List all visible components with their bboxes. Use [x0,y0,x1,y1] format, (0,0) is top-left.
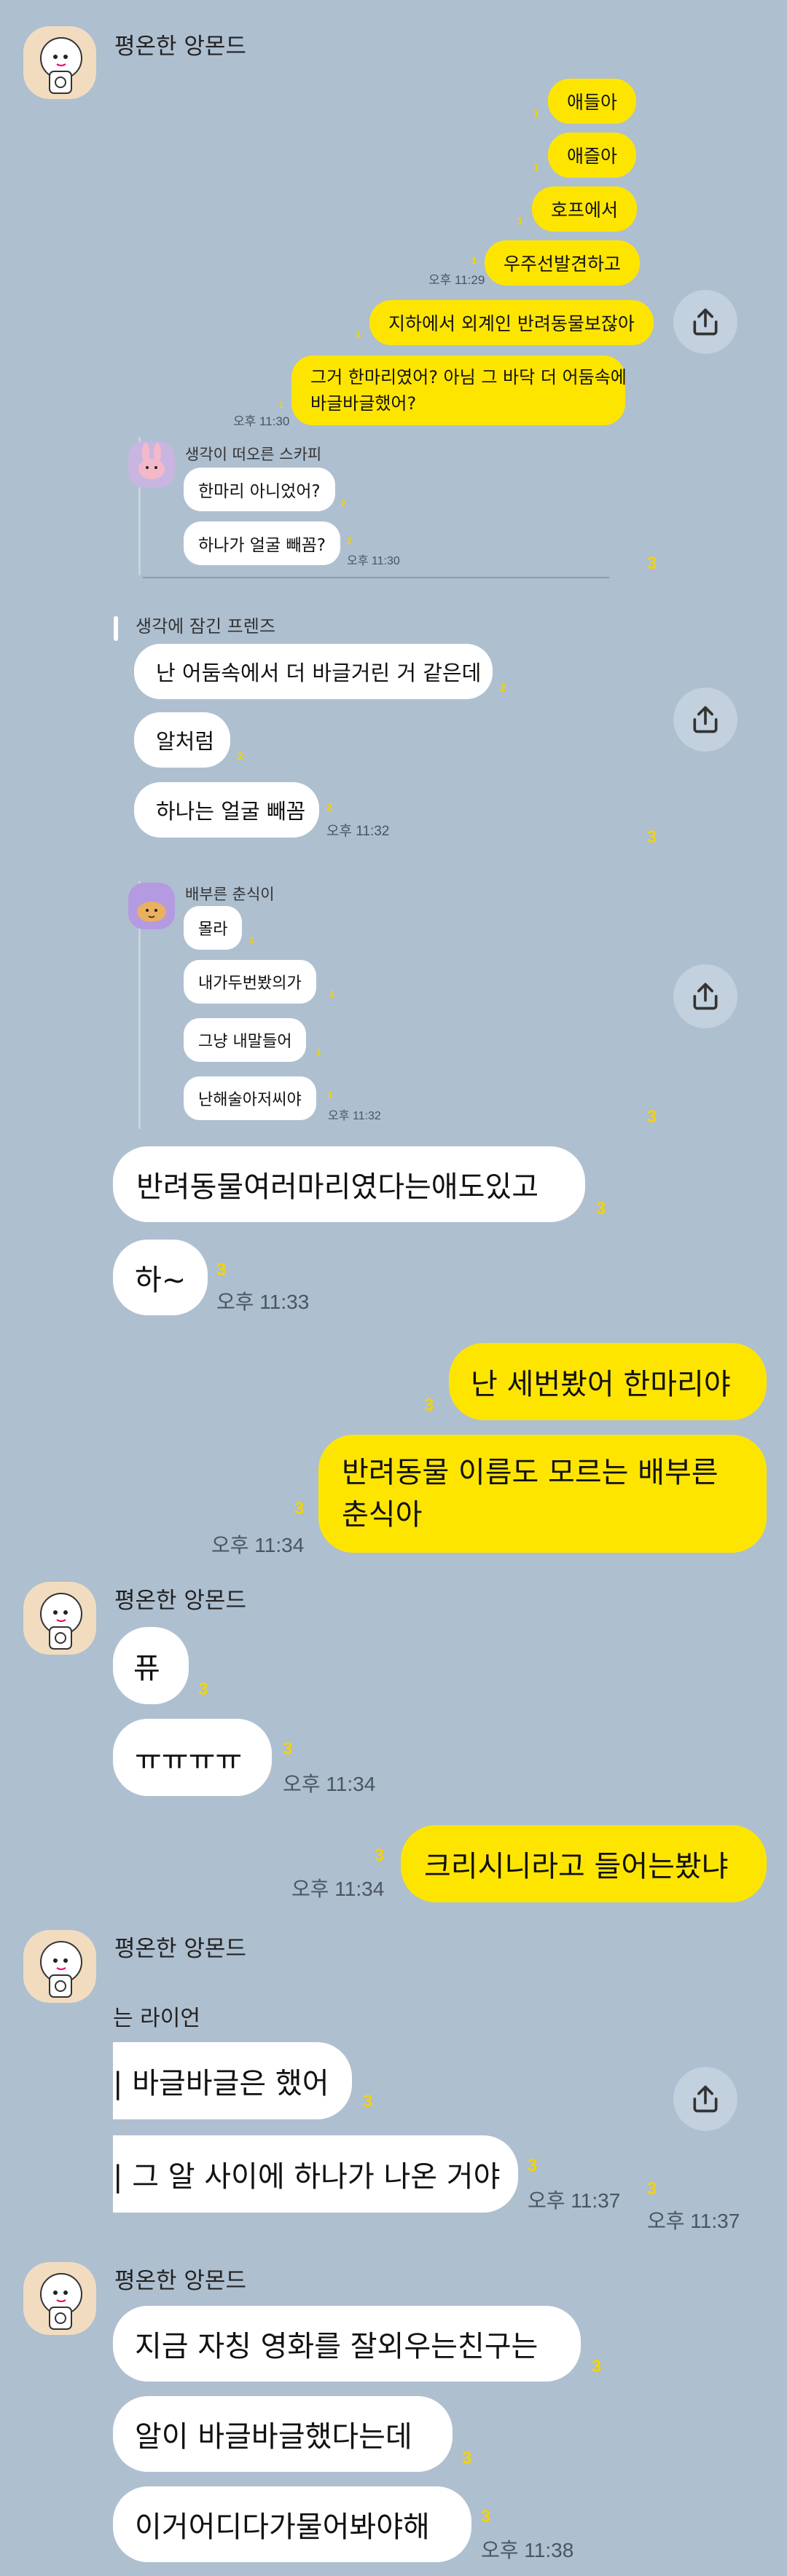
timestamp: 오후 11:38 [481,2539,574,2561]
timestamp: 오후 11:32 [326,824,390,839]
message-line: 그거 한마리였어? 아님 그 바닥 더 어둠속에 [310,367,627,387]
sender-name: 평온한 앙몬드 [114,2268,246,2294]
unread-count: 3 [528,2156,538,2175]
timestamp: 오후 11:37 [647,2210,740,2232]
sender-name: 평온한 앙몬드 [114,34,246,60]
unread-count: 3 [216,1260,227,1280]
unread-count: 3 [596,1199,606,1218]
share-upload-icon [693,2085,718,2113]
my-message-bubble[interactable]: 우주선발견하고 [485,240,641,285]
avatar[interactable] [128,441,175,488]
message-bubble[interactable]: 반려동물여러마리였다는애도있고 [113,1146,585,1222]
avatar[interactable] [23,1582,96,1655]
my-message-bubble[interactable]: 애즐아 [548,133,637,178]
my-message-bubble[interactable]: 크리시니라고 들어는봤냐 [401,1825,767,1902]
message-bubble[interactable]: 이거어디다가물어봐야해 [113,2486,471,2562]
message-bubble[interactable]: 그냥 내말들어 [184,1018,307,1062]
unread-count: 3 [283,1739,293,1759]
share-button[interactable] [673,2067,737,2131]
unread-count: 3 [481,2507,491,2526]
message-bubble[interactable]: 알이 바글바글했다는데 [113,2396,453,2472]
sender-name: 생각이 떠오른 스카피 [185,446,322,463]
avatar[interactable] [23,26,96,99]
timestamp: 오후 11:29 [428,273,485,287]
message-bubble[interactable]: 내가두번봤의가 [184,960,316,1004]
unread-count: 3 [647,554,657,573]
my-message-bubble[interactable]: 지하에서 외계인 반려동물보잖아 [369,300,654,345]
timestamp: 오후 11:37 [528,2189,621,2212]
unread-count: 2 [500,682,506,694]
message-bubble[interactable]: 몰라 [184,906,243,950]
message-line: 춘식아 [342,1498,423,1532]
my-message-bubble[interactable]: 그거 한마리였어? 아님 그 바닥 더 어둠속에 바글바글했어? [291,355,627,425]
unread-count: 3 [294,1499,305,1519]
timestamp: 오후 11:34 [291,1878,385,1900]
message-bubble[interactable]: 난 어둠속에서 더 바글거린 거 같은데 [134,644,493,699]
timestamp: 오후 11:32 [328,1110,381,1122]
my-message-bubble[interactable]: 애들아 [548,79,637,124]
message-bubble[interactable]: 난해술아저씨야 [184,1076,316,1120]
message-bubble[interactable]: 알처럼 [134,712,230,768]
share-upload-icon [693,982,718,1010]
unread-count: 3 [647,2179,657,2199]
message-bubble[interactable]: ㅠㅠㅠㅠ [113,1719,272,1796]
message-bubble[interactable]: | 그 알 사이에 하나가 나온 거야 [113,2135,518,2213]
unread-count: 1 [328,1090,333,1100]
unread-count: 2 [238,750,244,763]
unread-count: 3 [647,827,657,847]
my-message-bubble[interactable]: 난 세번봤어 한마리야 [449,1343,767,1420]
avatar-partial [114,616,118,641]
unread-count: 1 [533,162,539,173]
message-bubble[interactable]: 하~ [113,1240,208,1315]
unread-count: 1 [471,255,477,266]
share-button[interactable] [673,688,737,752]
unread-count: 1 [356,329,361,340]
unread-count: 1 [517,216,523,227]
unread-count: 2 [341,498,346,508]
message-bubble[interactable]: 지금 자칭 영화를 잘외우는친구는 [113,2306,581,2382]
message-bubble[interactable]: 하나가 얼굴 빼꼼? [184,521,340,565]
unread-count: 1 [533,108,539,119]
avatar[interactable] [23,2262,96,2335]
unread-count: 3 [424,1395,434,1415]
unread-count: 2 [347,536,352,546]
unread-count: 3 [592,2357,602,2376]
unread-count: 3 [375,1846,385,1865]
share-upload-icon [693,706,718,733]
avatar[interactable] [23,1930,96,2003]
sender-name: 평온한 앙몬드 [114,1936,246,1962]
timestamp: 오후 11:30 [233,414,290,428]
sender-name: 배부른 춘식이 [185,886,275,903]
timestamp: 오후 11:34 [211,1534,305,1556]
inner-sender-name: 는 라이언 [113,2006,200,2031]
message-line: 바글바글했어? [310,393,417,414]
unread-count: 1 [249,935,254,945]
share-button[interactable] [673,964,737,1028]
sender-name: 생각에 잠긴 프렌즈 [136,616,275,637]
timestamp: 오후 11:33 [216,1291,310,1313]
share-button[interactable] [673,290,737,354]
unread-count: 1 [316,1047,321,1057]
unread-count: 1 [329,989,334,999]
share-upload-icon [693,308,718,336]
message-bubble[interactable]: | 바글바글은 했어 [113,2042,352,2119]
unread-count: 3 [363,2092,373,2111]
sender-name: 평온한 앙몬드 [114,1588,246,1614]
unread-count: 3 [462,2449,472,2468]
timestamp: 오후 11:30 [347,555,400,567]
timestamp: 오후 11:34 [283,1773,376,1795]
unread-count: 3 [647,1107,657,1127]
divider [143,577,609,578]
my-message-bubble[interactable]: 호프에서 [532,186,638,232]
message-bubble[interactable]: 퓨 [113,1627,189,1704]
unread-count: 1 [278,399,284,410]
my-message-bubble[interactable]: 반려동물 이름도 모르는 배부른 춘식아 [318,1435,767,1553]
unread-count: 3 [198,1679,208,1699]
unread-count: 2 [326,801,333,814]
avatar[interactable] [128,883,175,929]
message-line: 반려동물 이름도 모르는 배부른 [342,1456,719,1489]
message-bubble[interactable]: 한마리 아니었어? [184,468,335,511]
message-bubble[interactable]: 하나는 얼굴 빼꼼 [134,782,319,838]
